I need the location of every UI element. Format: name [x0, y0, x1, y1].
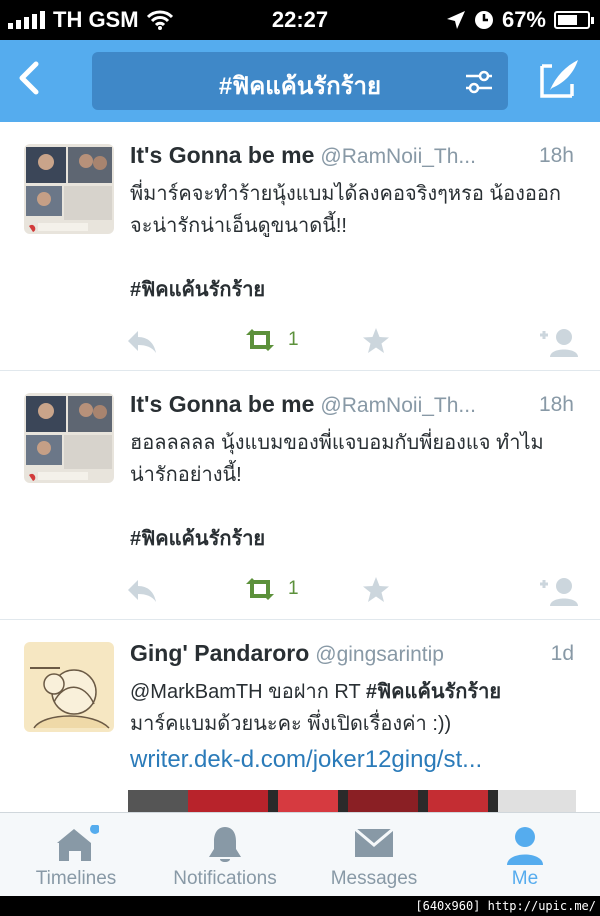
person-icon	[507, 827, 543, 865]
tweet-text-line: น่ารักอย่างนี้!	[130, 464, 242, 486]
search-title: #ฟิคแค้นรักร้าย	[218, 73, 382, 100]
username[interactable]: @RamNoii_Th...	[320, 145, 476, 168]
tweet-actions: 1	[126, 327, 578, 361]
tweet-text-fragment: ขอฝาก RT	[262, 681, 366, 703]
username[interactable]: @RamNoii_Th...	[320, 394, 476, 417]
retweet-icon	[246, 578, 274, 600]
timestamp: 1d	[550, 642, 574, 665]
navigation-bar: #ฟิคแค้นรักร้าย	[0, 40, 600, 122]
timestamp: 18h	[538, 144, 574, 167]
url-link[interactable]: writer.dek-d.com/joker12ging/st...	[130, 744, 580, 776]
media-preview[interactable]	[128, 790, 576, 812]
compose-tweet-icon[interactable]	[538, 58, 580, 100]
tweet-text: @MarkBamTH ขอฝาก RT #ฟิคแค้นรักร้าย มาร์…	[130, 676, 580, 776]
tab-me[interactable]: Me	[450, 813, 600, 897]
favorite-star-icon[interactable]	[362, 327, 390, 355]
tweet-text-line: ฮอลลลลล นุ้งแบมของพี่แจบอมกับพี่ยองแจ ทำ…	[130, 432, 544, 454]
reply-icon[interactable]	[126, 576, 158, 606]
tab-label: Me	[511, 868, 539, 889]
back-button[interactable]	[14, 58, 54, 102]
tweet[interactable]: It's Gonna be me @RamNoii_Th... 18h พี่มา…	[0, 122, 600, 371]
username[interactable]: @gingsarintip	[315, 643, 444, 666]
retweet-count: 1	[288, 329, 299, 350]
tab-bar: Timelines Notifications Messages Me	[0, 812, 600, 896]
tab-label: Timelines	[35, 868, 117, 889]
tweet-text-line: พี่มาร์คจะทำร้ายนุ้งแบมได้ลงคอจริงๆหรอ น…	[130, 183, 561, 205]
tweet-text: พี่มาร์คจะทำร้ายนุ้งแบมได้ลงคอจริงๆหรอ น…	[130, 178, 580, 306]
tab-timelines[interactable]: Timelines	[0, 813, 152, 897]
watermark: [640x960] http://upic.me/	[409, 896, 600, 916]
avatar[interactable]	[24, 642, 114, 732]
tweet[interactable]: It's Gonna be me @RamNoii_Th... 18h ฮอลลล…	[0, 371, 600, 620]
tab-label: Messages	[330, 868, 418, 889]
status-bar: TH GSM 22:27 67%	[0, 0, 600, 40]
retweet-button[interactable]: 1	[242, 576, 299, 602]
hashtag-link[interactable]: #ฟิคแค้นรักร้าย	[366, 681, 501, 703]
tweet-text: ฮอลลลลล นุ้งแบมของพี่แจบอมกับพี่ยองแจ ทำ…	[130, 427, 580, 555]
tweet[interactable]: Ging' Pandaroro @gingsarintip 1d @MarkBam…	[0, 620, 600, 812]
tab-notifications[interactable]: Notifications	[152, 813, 298, 897]
bell-icon	[209, 827, 241, 862]
tweet-timeline[interactable]: It's Gonna be me @RamNoii_Th... 18h พี่มา…	[0, 122, 600, 812]
location-arrow-icon	[446, 11, 465, 29]
display-name[interactable]: Ging' Pandaroro	[130, 640, 309, 666]
search-query-box[interactable]: #ฟิคแค้นรักร้าย	[92, 52, 508, 110]
envelope-icon	[354, 827, 394, 857]
chevron-left-icon	[19, 61, 39, 95]
favorite-star-icon[interactable]	[362, 576, 390, 604]
timestamp: 18h	[538, 393, 574, 416]
display-name[interactable]: It's Gonna be me	[130, 142, 314, 168]
mention-link[interactable]: @MarkBamTH	[130, 681, 263, 703]
tab-label: Notifications	[173, 868, 277, 889]
hashtag-link[interactable]: #ฟิคแค้นรักร้าย	[130, 274, 580, 306]
follow-user-icon[interactable]	[538, 576, 578, 608]
tweet-text-line: @MarkBamTH ขอฝาก RT #ฟิคแค้นรักร้าย	[130, 676, 580, 708]
retweet-button[interactable]: 1	[242, 327, 299, 353]
battery-percent: 67%	[501, 7, 546, 32]
tweet-actions: 1	[126, 576, 578, 610]
hashtag-link[interactable]: #ฟิคแค้นรักร้าย	[130, 523, 580, 555]
battery-icon	[554, 11, 594, 29]
reply-icon[interactable]	[126, 327, 158, 357]
avatar[interactable]	[24, 393, 114, 483]
home-icon	[57, 825, 99, 861]
display-name[interactable]: It's Gonna be me	[130, 391, 314, 417]
alarm-clock-icon	[474, 11, 493, 29]
retweet-icon	[246, 329, 274, 351]
avatar[interactable]	[24, 144, 114, 234]
follow-user-icon[interactable]	[538, 327, 578, 359]
tweet-text-line: จะน่ารักน่าเอ็นดูขนาดนี้!!	[130, 215, 347, 237]
filter-sliders-icon[interactable]	[464, 69, 494, 95]
tab-messages[interactable]: Messages	[298, 813, 450, 897]
retweet-count: 1	[288, 578, 299, 599]
tweet-text-line: มาร์คแบมด้วยนะคะ พึ่งเปิดเรื่องค่า :))	[130, 713, 452, 735]
